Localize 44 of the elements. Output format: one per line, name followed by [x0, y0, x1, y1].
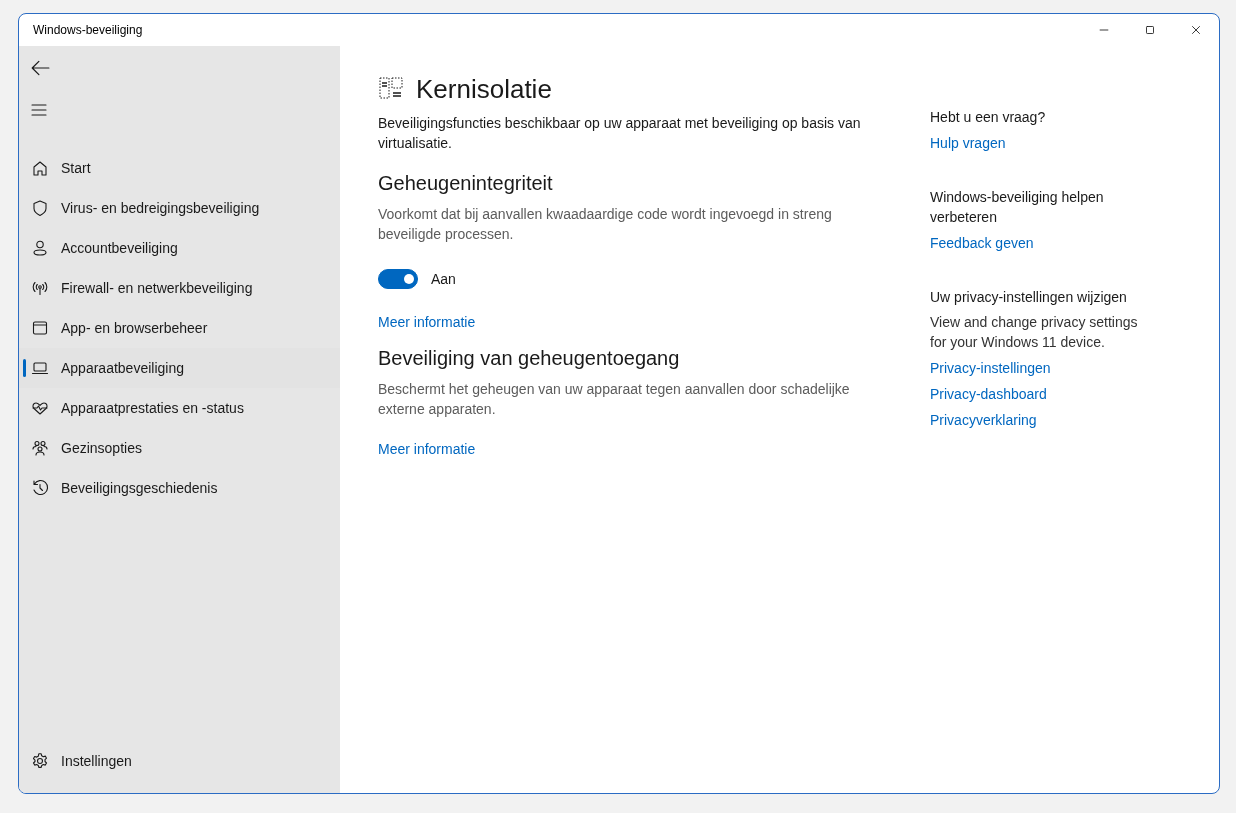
nav-item[interactable]: Firewall- en netwerkbeveiliging: [19, 268, 340, 308]
section-heading: Beveiliging van geheugentoegang: [378, 346, 681, 371]
heart-pulse-icon: [31, 399, 49, 417]
help-heading: Uw privacy-instellingen wijzigen: [930, 288, 1128, 307]
help-link[interactable]: Privacyverklaring: [930, 410, 1152, 430]
browser-window-icon: [31, 319, 49, 337]
toggle-switch[interactable]: [378, 269, 418, 289]
nav-item[interactable]: Apparaatprestaties en -status: [19, 388, 340, 428]
nav-item[interactable]: Accountbeveiliging: [19, 228, 340, 268]
core-isolation-icon: [378, 76, 404, 102]
help-heading: Hebt u een vraag?: [930, 108, 1047, 127]
more-info-link[interactable]: Meer informatie: [378, 314, 476, 330]
section-description: Voorkomt dat bij aanvallen kwaadaardige code wordt ingevoegd in streng beveiligde processen.: [378, 205, 833, 244]
nav-item[interactable]: App- en browserbeheer: [19, 308, 340, 348]
shield-icon: [31, 199, 49, 217]
settings-icon: [31, 752, 49, 770]
nav-item[interactable]: Beveiligingsgeschiedenis: [19, 468, 340, 508]
home-icon: [31, 159, 49, 177]
page-description: Beveiligingsfuncties beschikbaar op uw apparaat met beveiliging op basis van virtualisatie.: [378, 114, 862, 153]
maximize-icon: [1143, 23, 1157, 37]
laptop-icon: [31, 359, 49, 377]
nav-item[interactable]: Virus- en bedreigingsbeveiliging: [19, 188, 340, 228]
nav-item[interactable]: Start: [19, 148, 340, 188]
section-description: Beschermt het geheugen van uw apparaat tegen aanvallen door schadelijke externe apparaten.: [378, 380, 851, 419]
menu-icon: [30, 101, 48, 119]
back-arrow-icon: [30, 58, 50, 78]
nav-item[interactable]: Instellingen: [19, 741, 340, 781]
help-link[interactable]: Privacy-dashboard: [930, 384, 1152, 404]
window-title: Windows-beveiliging: [32, 23, 144, 37]
toggle-label: Aan: [431, 271, 456, 287]
section-heading: Geheugenintegriteit: [378, 171, 554, 196]
more-info-link[interactable]: Meer informatie: [378, 441, 476, 457]
page-title: Kernisolatie: [416, 73, 552, 106]
people-icon: [31, 439, 49, 457]
help-link[interactable]: Hulp vragen: [930, 133, 1152, 153]
close-icon: [1189, 23, 1203, 37]
history-icon: [31, 479, 49, 497]
help-link[interactable]: Privacy-instellingen: [930, 358, 1152, 378]
antenna-icon: [31, 279, 49, 297]
nav-item[interactable]: Gezinsopties: [19, 428, 340, 468]
help-link[interactable]: Feedback geven: [930, 233, 1152, 253]
person-icon: [31, 239, 49, 257]
help-heading: Windows-beveiliging helpen verbeteren: [930, 188, 1105, 227]
help-text: View and change privacy settings for your Windows 11 device.: [930, 313, 1139, 352]
